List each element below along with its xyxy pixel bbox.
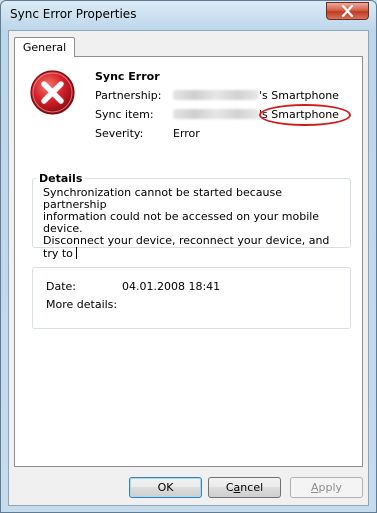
partnership-text: 's Smartphone [259,89,339,102]
partnership-value: 's Smartphone [173,89,339,102]
redacted-name [173,109,259,119]
severity-label: Severity: [95,127,144,140]
dialog-client-area: General Sync Error Partnership: 's Smart… [8,30,369,506]
apply-accelerator: A [310,481,319,494]
date-value: 04.01.2008 18:41 [122,280,221,293]
details-title: Details [36,172,86,185]
close-button[interactable] [326,2,369,20]
ok-button[interactable]: OK [129,477,202,498]
sync-error-heading: Sync Error [95,70,160,83]
more-details-label: More details: [46,298,118,311]
details-textbox[interactable]: Synchronization cannot be started becaus… [43,187,343,260]
apply-button[interactable]: Apply [290,477,363,498]
close-x-icon [341,5,354,17]
details-line-1: Synchronization cannot be started becaus… [43,186,282,211]
redacted-name [173,90,259,100]
tab-general[interactable]: General [14,37,75,57]
cancel-suffix: ncel [240,481,264,494]
cancel-prefix: C [225,481,234,494]
annotation-red-oval [259,104,351,126]
cancel-button[interactable]: Cancel [208,477,281,498]
general-tab-panel: Sync Error Partnership: 's Smartphone Sy… [14,56,363,467]
partnership-label: Partnership: [95,89,162,102]
details-line-3-text: Disconnect your device, reconnect your d… [43,234,330,260]
details-line-3: Disconnect your device, reconnect your d… [43,235,343,260]
text-cursor [75,247,77,259]
sync-item-label: Sync item: [95,108,154,121]
sync-error-properties-window: Sync Error Properties General Sync Error… [0,0,377,513]
window-title: Sync Error Properties [10,7,137,21]
date-label: Date: [46,280,76,293]
apply-suffix: pply [318,481,343,494]
error-icon [30,70,75,115]
title-bar[interactable]: Sync Error Properties [1,1,376,29]
details-line-2: information could not be accessed on you… [43,210,320,235]
severity-value: Error [173,127,200,140]
